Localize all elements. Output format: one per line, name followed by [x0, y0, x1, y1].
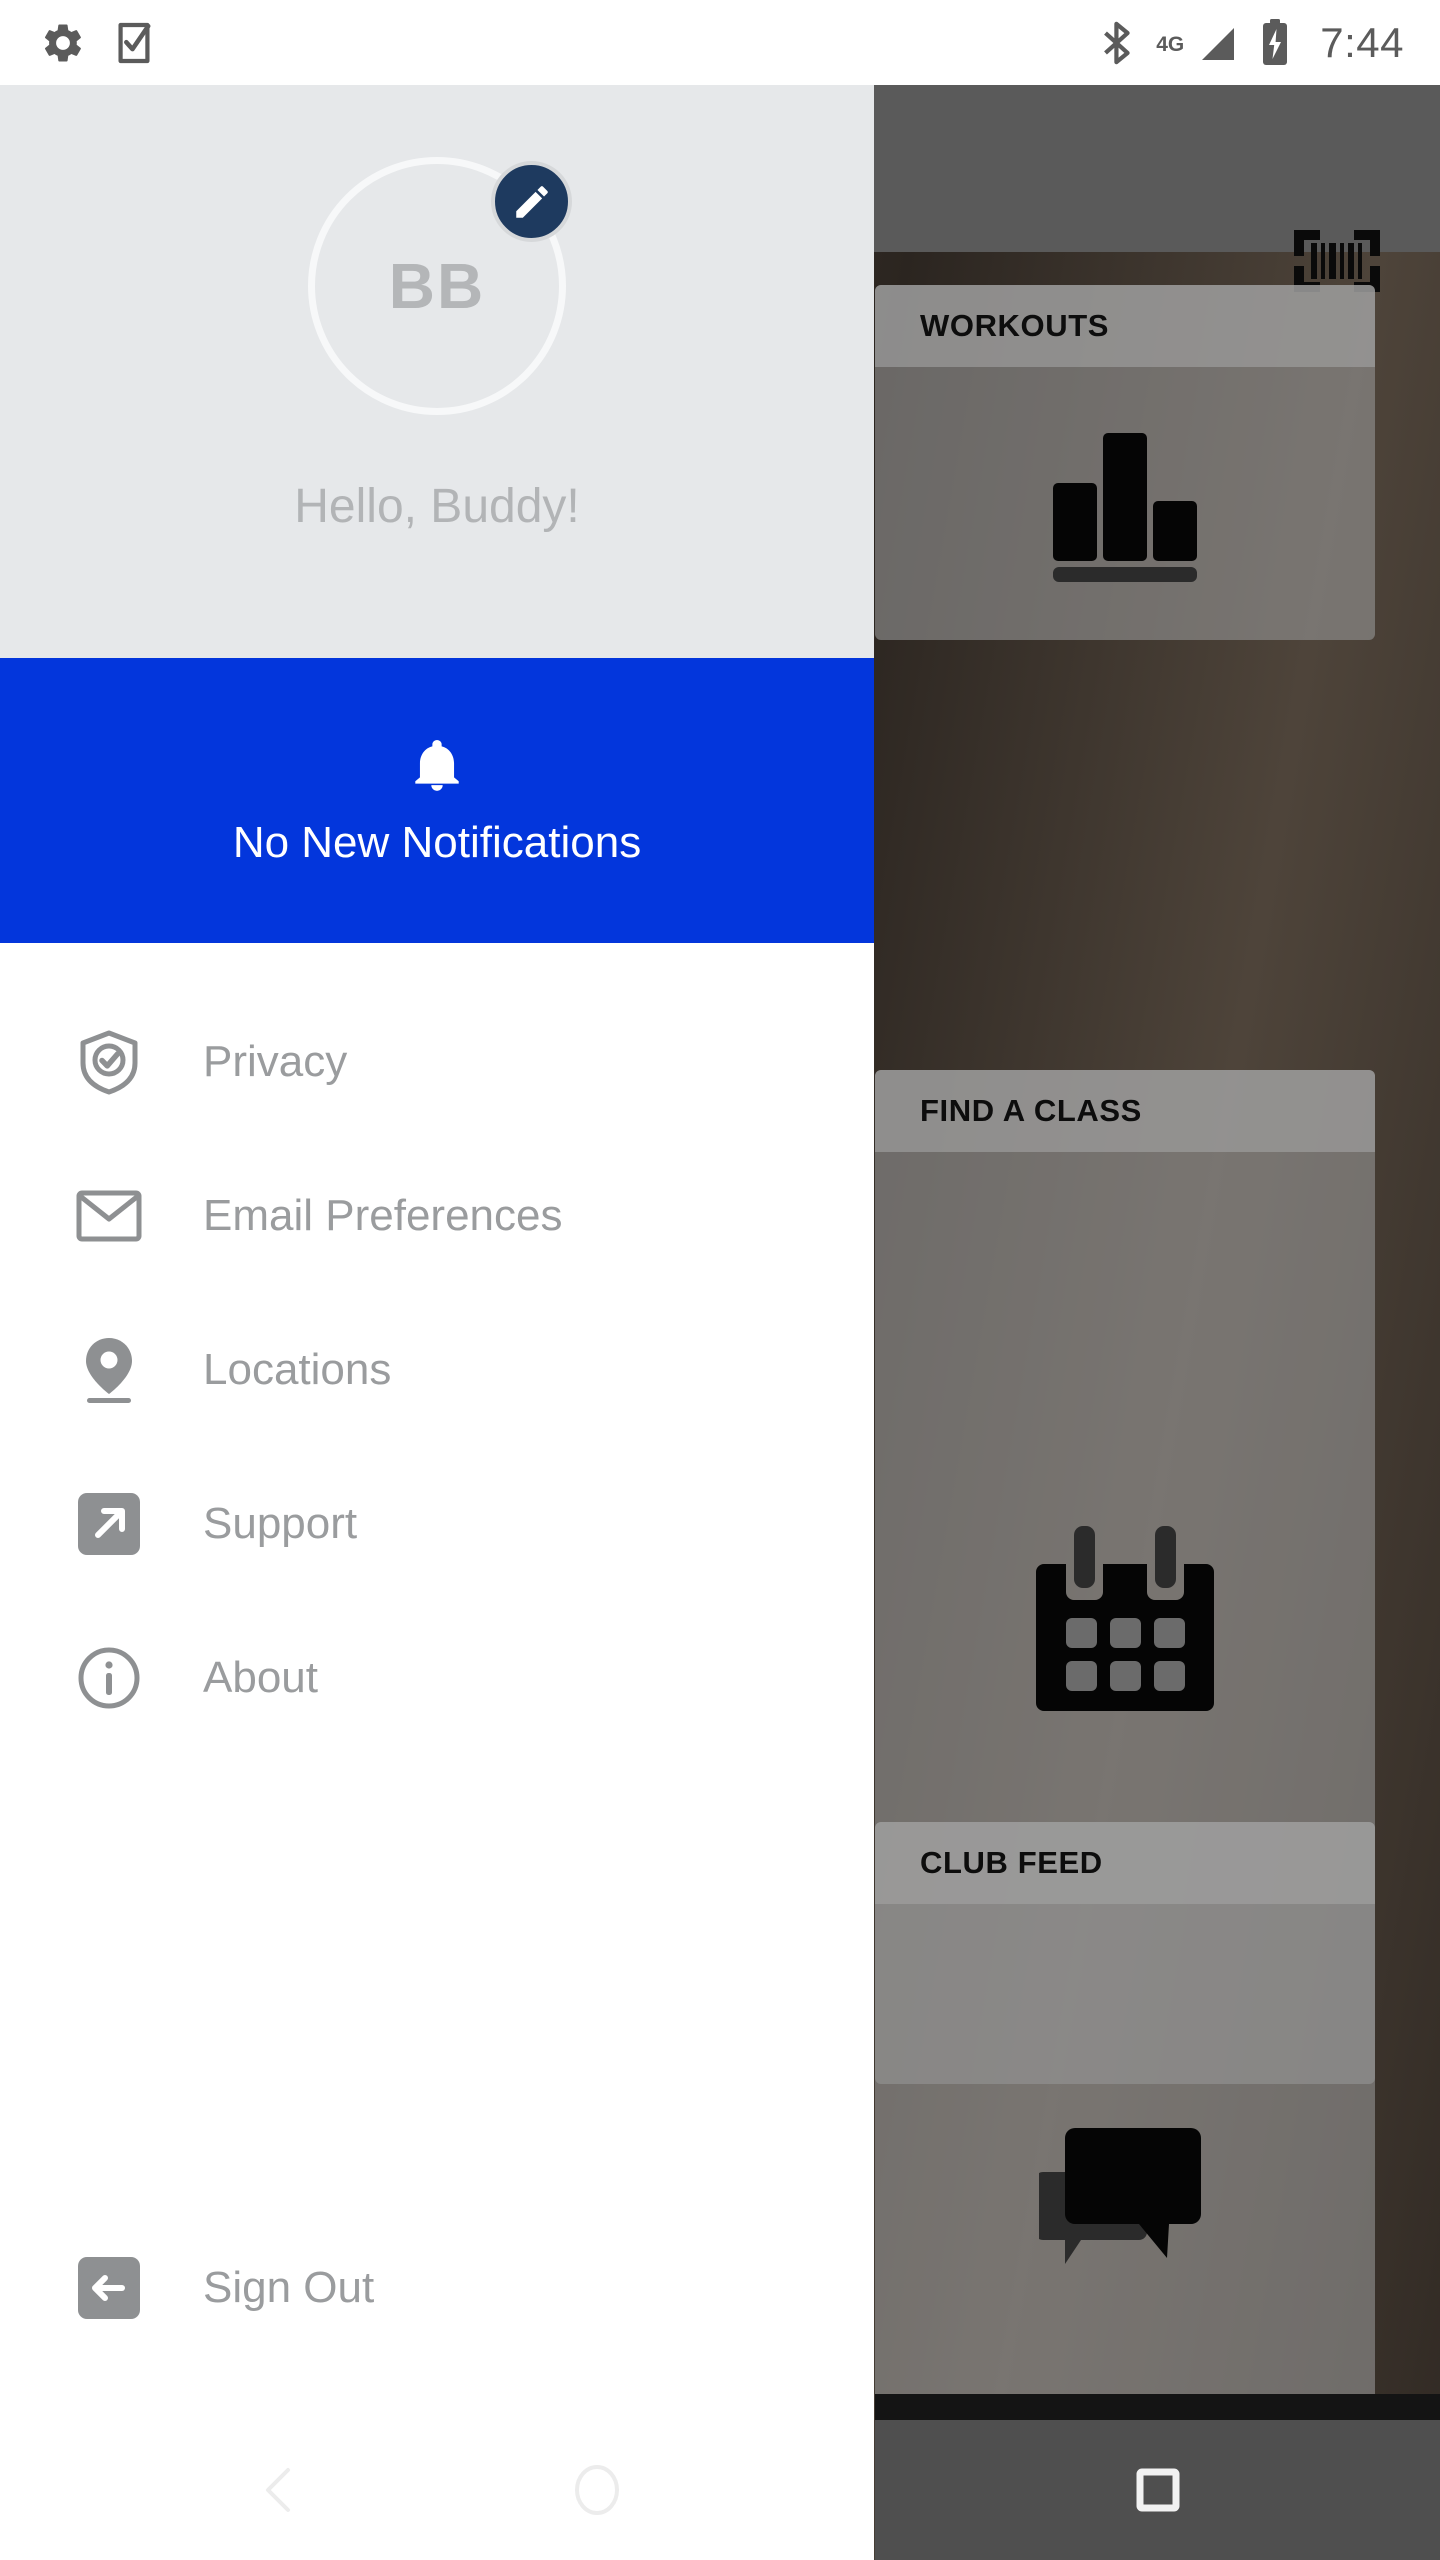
notifications-banner[interactable]: No New Notifications — [0, 658, 874, 943]
avatar-initials: BB — [388, 250, 486, 322]
home-circle-icon[interactable] — [571, 2462, 623, 2518]
menu-item-label: Locations — [203, 1345, 392, 1394]
phone-check-icon — [118, 22, 151, 63]
card-header: CLUB FEED — [875, 1822, 1375, 1904]
background-navbar-divider — [875, 2394, 1440, 2420]
calendar-icon — [1036, 1525, 1214, 1711]
bell-icon — [415, 739, 459, 791]
notifications-label: No New Notifications — [232, 817, 642, 867]
menu-item-label: About — [203, 1653, 318, 1702]
card-body — [875, 367, 1375, 640]
back-chevron-icon[interactable] — [252, 2462, 308, 2518]
external-link-icon — [75, 1490, 143, 1558]
status-bar: 4G 7:44 — [0, 0, 1440, 85]
menu-item-privacy[interactable]: Privacy — [0, 985, 874, 1139]
menu-item-support[interactable]: Support — [0, 1447, 874, 1601]
info-circle-icon — [75, 1644, 143, 1712]
card-title: WORKOUTS — [920, 308, 1110, 343]
navigation-drawer: BB Hello, Buddy! No New Notifications Pr… — [0, 85, 874, 2560]
menu-item-label: Support — [203, 1499, 358, 1548]
status-bar-left-icons — [40, 20, 154, 66]
background-system-navbar — [875, 2420, 1440, 2560]
drawer-menu: Privacy Email Preferences Locations Supp… — [0, 943, 874, 2560]
envelope-icon — [75, 1182, 143, 1250]
menu-item-email-preferences[interactable]: Email Preferences — [0, 1139, 874, 1293]
card-title: CLUB FEED — [920, 1845, 1103, 1880]
menu-item-locations[interactable]: Locations — [0, 1293, 874, 1447]
bluetooth-icon — [1104, 21, 1130, 64]
chat-bubbles-icon — [1039, 2127, 1201, 2264]
gear-icon — [44, 24, 81, 61]
recents-square-icon[interactable] — [1135, 2467, 1181, 2513]
app-screen: WORKOUTS FIND A CLASS CLUB FEED 4G 7:44 … — [0, 0, 1440, 2560]
card-header: WORKOUTS — [875, 285, 1375, 367]
bar-chart-icon — [1053, 433, 1197, 582]
signal-icon — [1202, 27, 1235, 60]
shield-check-icon — [75, 1028, 143, 1096]
avatar-wrapper[interactable]: BB — [308, 157, 572, 415]
background-card-club-feed[interactable]: CLUB FEED — [875, 1822, 1375, 2492]
edit-profile-button[interactable] — [491, 161, 572, 242]
clock: 7:44 — [1320, 18, 1404, 66]
sign-out-icon — [75, 2254, 143, 2322]
network-label: 4G — [1156, 32, 1185, 56]
menu-item-label: Privacy — [203, 1037, 348, 1086]
greeting-text: Hello, Buddy! — [294, 480, 580, 533]
card-title: FIND A CLASS — [920, 1093, 1142, 1128]
menu-item-about[interactable]: About — [0, 1601, 874, 1755]
menu-item-label: Sign Out — [203, 2263, 375, 2312]
drawer-profile-header: BB Hello, Buddy! — [0, 85, 874, 658]
system-navbar — [0, 2420, 874, 2560]
battery-charging-icon — [1263, 18, 1288, 65]
card-header: FIND A CLASS — [875, 1070, 1375, 1152]
map-pin-icon — [75, 1336, 143, 1404]
menu-item-label: Email Preferences — [203, 1191, 563, 1240]
pencil-icon — [515, 185, 548, 218]
menu-item-sign-out[interactable]: Sign Out — [0, 2211, 874, 2365]
background-card-workouts[interactable]: WORKOUTS — [875, 285, 1375, 640]
status-bar-right-icons: 4G 7:44 — [1100, 18, 1404, 67]
barcode-scan-icon[interactable] — [1294, 230, 1380, 292]
